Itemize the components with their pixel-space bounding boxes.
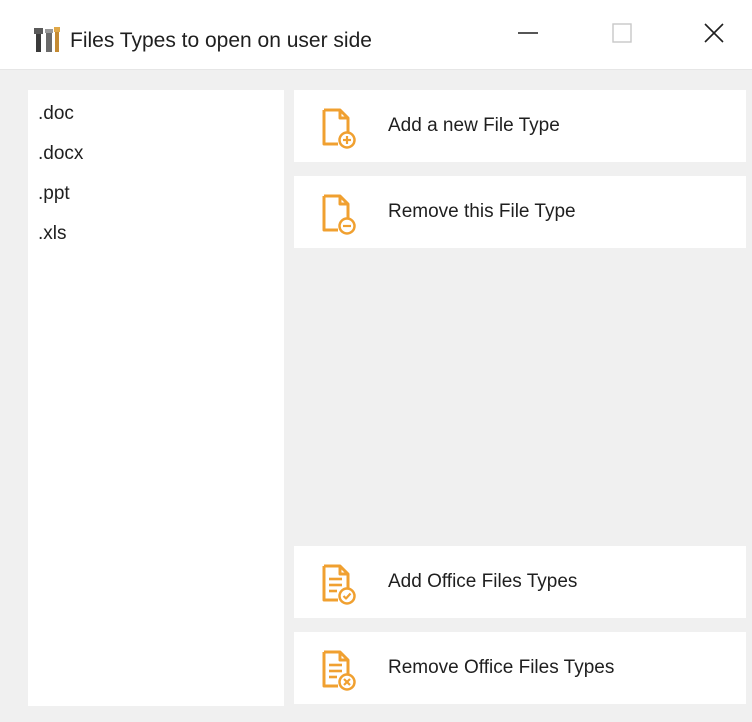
add-file-icon xyxy=(316,106,360,150)
maximize-button[interactable] xyxy=(576,0,668,70)
remove-file-type-button[interactable]: Remove this File Type xyxy=(294,176,746,248)
minimize-icon xyxy=(516,21,540,50)
add-file-type-button[interactable]: Add a new File Type xyxy=(294,90,746,162)
title-bar[interactable]: Files Types to open on user side xyxy=(0,0,752,70)
file-types-window: Files Types to open on user side .doc .d… xyxy=(0,0,752,722)
add-office-types-button[interactable]: Add Office Files Types xyxy=(294,546,746,618)
tools-app-icon xyxy=(32,26,62,54)
remove-file-icon xyxy=(316,192,360,236)
close-icon xyxy=(702,21,726,50)
file-type-list[interactable]: .doc .docx .ppt .xls xyxy=(28,90,284,706)
maximize-icon xyxy=(611,22,633,49)
list-item-docx[interactable]: .docx xyxy=(38,142,83,166)
close-button[interactable] xyxy=(668,0,752,70)
remove-file-type-label: Remove this File Type xyxy=(388,201,576,222)
minimize-button[interactable] xyxy=(482,0,574,70)
document-check-icon xyxy=(316,562,360,606)
list-item-xls[interactable]: .xls xyxy=(38,222,67,246)
list-item-ppt[interactable]: .ppt xyxy=(38,182,70,206)
window-title: Files Types to open on user side xyxy=(70,29,372,52)
list-item-doc[interactable]: .doc xyxy=(38,102,74,126)
remove-office-types-label: Remove Office Files Types xyxy=(388,657,615,678)
remove-office-types-button[interactable]: Remove Office Files Types xyxy=(294,632,746,704)
document-remove-icon xyxy=(316,648,360,692)
add-file-type-label: Add a new File Type xyxy=(388,115,560,136)
add-office-types-label: Add Office Files Types xyxy=(388,571,578,592)
